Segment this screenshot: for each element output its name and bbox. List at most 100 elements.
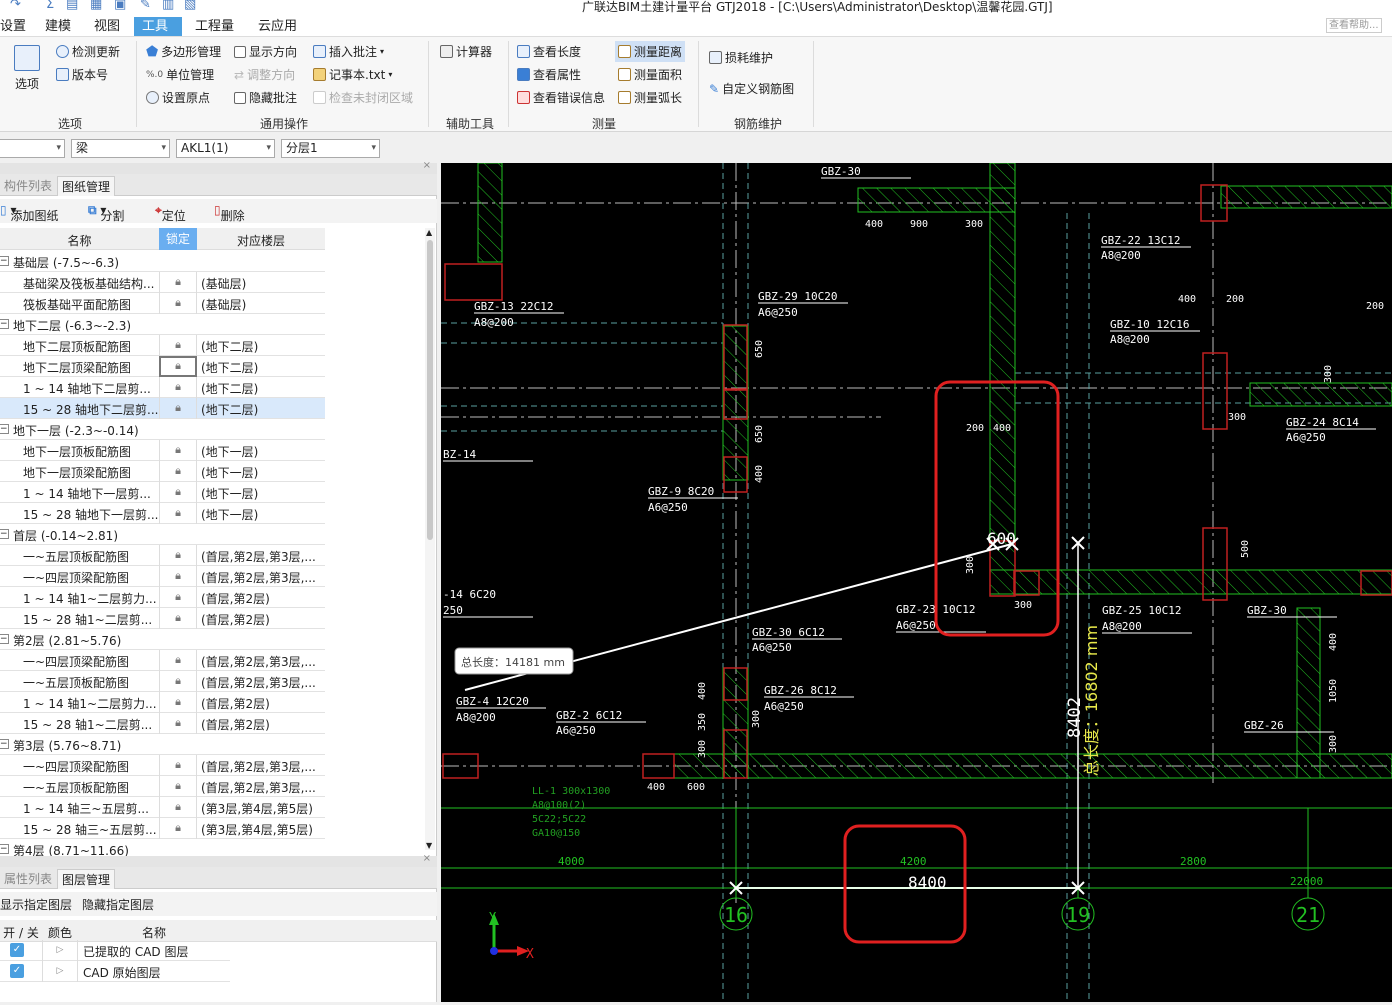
- layer-row[interactable]: ✓ ▷ CAD 原始图层: [0, 961, 230, 982]
- tab-tools[interactable]: 工具: [134, 17, 182, 36]
- custom-rebar-button[interactable]: ✎ 自定义钢筋图: [709, 80, 794, 97]
- column-floor[interactable]: 对应楼层: [197, 232, 325, 249]
- layer-toggle-checkbox[interactable]: ✓: [10, 964, 24, 978]
- cad-canvas[interactable]: GBZ-30 GBZ-13 22C12 A8@200 GBZ-29 10C20 A6@2…: [441, 162, 1392, 1002]
- version-button[interactable]: 版本号: [56, 66, 108, 83]
- view-length-button[interactable]: 查看长度: [517, 43, 581, 60]
- table-row[interactable]: 地下一层顶梁配筋图 🔒︎ (地下一层): [0, 461, 325, 482]
- table-row[interactable]: 一~四层顶梁配筋图 🔒︎ (首层,第2层,第3层,...: [0, 755, 325, 776]
- floor-select[interactable]: [0, 139, 65, 158]
- component-select[interactable]: AKL1(1): [176, 139, 275, 158]
- report-icon[interactable]: ▤: [66, 0, 78, 12]
- hide-note-checkbox[interactable]: 隐藏批注: [234, 89, 297, 106]
- edit-icon[interactable]: ✎: [140, 0, 151, 12]
- layer-select[interactable]: 分层1: [281, 139, 380, 158]
- tree-group[interactable]: − 基础层 (-7.5~-6.3): [0, 251, 325, 272]
- unit-button[interactable]: %.0 单位管理: [146, 66, 214, 83]
- lock-icon[interactable]: 🔒︎: [159, 755, 197, 776]
- redo-icon[interactable]: ↷: [10, 0, 21, 12]
- expand-icon[interactable]: ▷: [42, 940, 78, 961]
- tree-group[interactable]: − 地下二层 (-6.3~-2.3): [0, 314, 325, 335]
- tree-group[interactable]: − 第3层 (5.76~8.71): [0, 734, 325, 755]
- lock-icon[interactable]: 🔒︎: [159, 356, 197, 377]
- lock-icon[interactable]: 🔒︎: [159, 650, 197, 671]
- check-closed-button[interactable]: 检查未封闭区域: [313, 89, 413, 106]
- lock-icon[interactable]: 🔒︎: [159, 797, 197, 818]
- checkbox[interactable]: [234, 91, 246, 104]
- notepad-button[interactable]: 记事本.txt ▾: [313, 66, 392, 83]
- table-row[interactable]: 1 ~ 14 轴地下一层剪... 🔒︎ (地下一层): [0, 482, 325, 503]
- scroll-down-icon[interactable]: ▼: [426, 841, 432, 850]
- lock-icon[interactable]: 🔒︎: [159, 482, 197, 503]
- collapse-icon[interactable]: −: [0, 424, 9, 434]
- help-search[interactable]: 查看帮助...: [1326, 18, 1382, 33]
- lock-icon[interactable]: 🔒︎: [159, 671, 197, 692]
- table-row[interactable]: 15 ~ 28 轴三~五层剪... 🔒︎ (第3层,第4层,第5层): [0, 818, 325, 839]
- lock-icon[interactable]: 🔒︎: [159, 503, 197, 524]
- column-name[interactable]: 名称: [0, 232, 159, 249]
- lock-icon[interactable]: 🔒︎: [159, 272, 197, 293]
- tab-drawing-management[interactable]: 图纸管理: [57, 176, 116, 196]
- close-icon[interactable]: ×: [423, 160, 431, 171]
- table-row[interactable]: 15 ~ 28 轴1~二层剪... 🔒︎ (首层,第2层): [0, 713, 325, 734]
- grid-icon[interactable]: ▥: [162, 0, 174, 12]
- tab-property-list[interactable]: 属性列表: [0, 869, 56, 889]
- hide-layer-button[interactable]: 隐藏指定图层: [82, 896, 154, 913]
- collapse-icon[interactable]: −: [0, 319, 9, 329]
- calculator-button[interactable]: 计算器: [440, 43, 492, 60]
- table-row[interactable]: 1 ~ 14 轴地下二层剪... 🔒︎ (地下二层): [0, 377, 325, 398]
- tree-group[interactable]: − 首层 (-0.14~2.81): [0, 524, 325, 545]
- tab-settings[interactable]: 设置: [0, 17, 34, 36]
- table-row[interactable]: 一~五层顶板配筋图 🔒︎ (首层,第2层,第3层,...: [0, 545, 325, 566]
- collapse-icon[interactable]: −: [0, 739, 9, 749]
- lock-icon[interactable]: 🔒︎: [159, 398, 197, 419]
- lock-icon[interactable]: 🔒︎: [159, 293, 197, 314]
- tab-layer-management[interactable]: 图层管理: [57, 869, 116, 889]
- tab-cloud[interactable]: 云应用: [250, 17, 305, 36]
- show-layer-button[interactable]: 显示指定图层: [0, 896, 72, 913]
- scroll-thumb[interactable]: [427, 240, 433, 540]
- table-row[interactable]: 基础梁及筏板基础结构... 🔒︎ (基础层): [0, 272, 325, 293]
- measure-area-button[interactable]: 测量面积: [618, 66, 682, 83]
- table-row[interactable]: 筏板基础平面配筋图 🔒︎ (基础层): [0, 293, 325, 314]
- measure-distance-button[interactable]: 测量距离: [615, 41, 686, 62]
- layer-row[interactable]: ✓ ▷ 已提取的 CAD 图层: [0, 940, 230, 961]
- lock-icon[interactable]: 🔒︎: [159, 461, 197, 482]
- sum-icon[interactable]: Σ: [46, 0, 54, 12]
- lock-icon[interactable]: 🔒︎: [159, 377, 197, 398]
- lock-icon[interactable]: 🔒︎: [159, 566, 197, 587]
- tree-group[interactable]: − 第2层 (2.81~5.76): [0, 629, 325, 650]
- table-row[interactable]: 1 ~ 14 轴三~五层剪... 🔒︎ (第3层,第4层,第5层): [0, 797, 325, 818]
- table-row[interactable]: 一~五层顶板配筋图 🔒︎ (首层,第2层,第3层,...: [0, 671, 325, 692]
- collapse-icon[interactable]: −: [0, 529, 9, 539]
- check-update-button[interactable]: 检测更新: [56, 43, 120, 60]
- tree-group[interactable]: − 地下一层 (-2.3~-0.14): [0, 419, 325, 440]
- lock-icon[interactable]: 🔒︎: [159, 440, 197, 461]
- options-button[interactable]: 选项: [14, 45, 40, 92]
- origin-button[interactable]: 设置原点: [146, 89, 210, 106]
- table-row[interactable]: 15 ~ 28 轴地下一层剪... 🔒︎ (地下一层): [0, 503, 325, 524]
- tab-view[interactable]: 视图: [86, 17, 128, 36]
- lock-icon[interactable]: 🔒︎: [159, 713, 197, 734]
- insert-note-button[interactable]: 插入批注 ▾: [313, 43, 384, 60]
- layer-toggle-checkbox[interactable]: ✓: [10, 943, 24, 957]
- adjust-direction-button[interactable]: ⇄ 调整方向: [234, 66, 295, 83]
- calc-icon[interactable]: ▣: [114, 0, 126, 12]
- view-attributes-button[interactable]: 查看属性: [517, 66, 581, 83]
- table-row[interactable]: 地下二层顶梁配筋图 🔒︎ (地下二层): [0, 356, 325, 377]
- column-lock[interactable]: 锁定: [159, 228, 197, 250]
- lock-icon[interactable]: 🔒︎: [159, 608, 197, 629]
- lock-icon[interactable]: 🔒︎: [159, 818, 197, 839]
- polygon-button[interactable]: ⬟ 多边形管理: [146, 43, 221, 60]
- tab-component-list[interactable]: 构件列表: [0, 176, 56, 196]
- delete-button[interactable]: ▯ 删除: [214, 203, 245, 223]
- checkbox[interactable]: [234, 45, 246, 58]
- close-icon[interactable]: ×: [423, 853, 431, 864]
- table-row[interactable]: 一~四层顶梁配筋图 🔒︎ (首层,第2层,第3层,...: [0, 566, 325, 587]
- table-row[interactable]: 15 ~ 28 轴1~二层剪... 🔒︎ (首层,第2层): [0, 608, 325, 629]
- table-row[interactable]: 地下二层顶板配筋图 🔒︎ (地下二层): [0, 335, 325, 356]
- split-button[interactable]: ⧉ 分割 ▾: [88, 203, 124, 223]
- tab-modeling[interactable]: 建模: [37, 17, 79, 36]
- measure-arc-button[interactable]: 测量弧长: [618, 89, 682, 106]
- table-row[interactable]: 15 ~ 28 轴地下二层剪... 🔒︎ (地下二层): [0, 398, 325, 419]
